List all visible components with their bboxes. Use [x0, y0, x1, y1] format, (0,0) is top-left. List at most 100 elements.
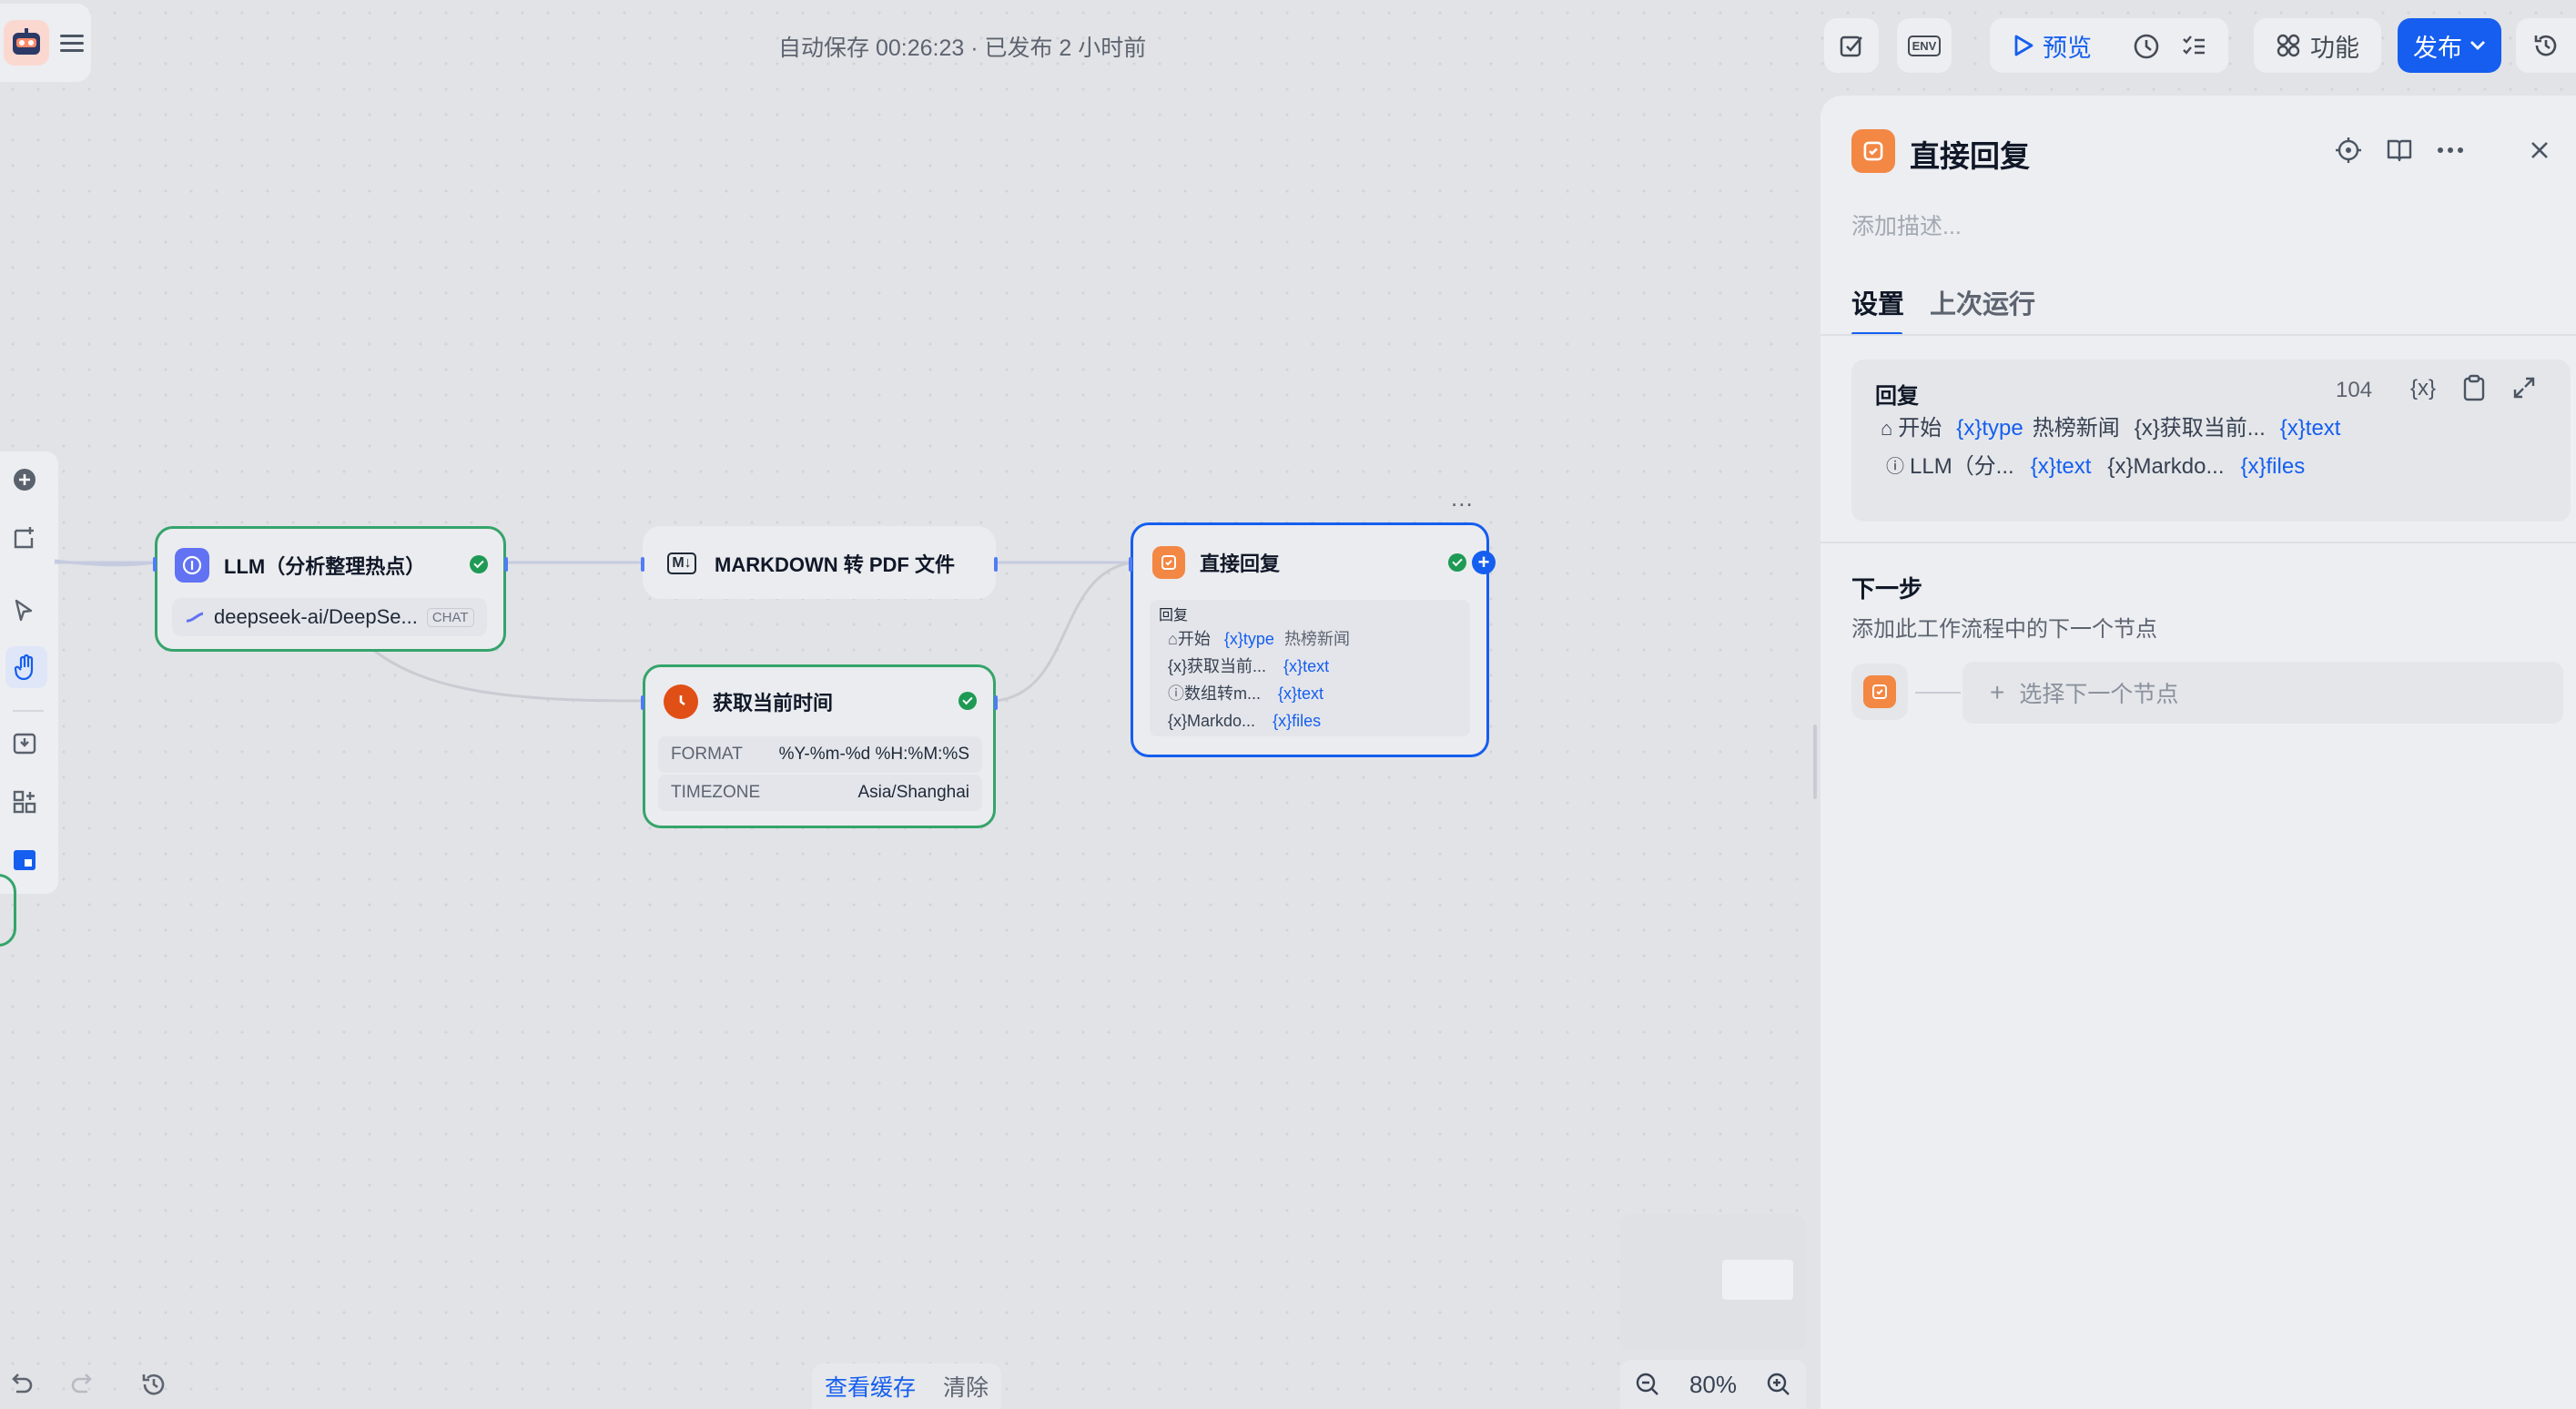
reply-section-label: 回复 — [1159, 608, 1189, 623]
success-icon — [470, 555, 488, 573]
preview-label: 预览 — [2043, 34, 2092, 62]
md-output-handle[interactable] — [994, 557, 998, 572]
param-key: TIMEZONE — [671, 783, 761, 802]
direct-reply-node[interactable]: 直接回复 + 回复 ⌂开始 {x}type 热榜新闻 {x}获取当前... {x… — [1129, 522, 1496, 757]
char-count: 104 — [2336, 378, 2373, 402]
edge-llm-time — [372, 648, 644, 703]
env-button[interactable]: ENV — [1897, 18, 1952, 73]
zoom-controls: 80% — [1620, 1360, 1806, 1409]
param-key: FORMAT — [671, 745, 743, 764]
time-param-row: TIMEZONE Asia/Shanghai — [658, 775, 982, 811]
checklist-icon — [1840, 35, 1862, 57]
zoom-level[interactable]: 80% — [1689, 1371, 1737, 1399]
success-icon — [958, 692, 977, 710]
markdown-icon: M↓ — [664, 546, 700, 581]
llm-model-row[interactable]: deepseek-ai/DeepSe... CHAT — [172, 598, 487, 636]
home-icon: ⌂ — [1881, 417, 1893, 440]
node-more-icon[interactable]: ... — [1451, 484, 1474, 512]
redo-icon[interactable] — [69, 1371, 96, 1403]
check-button[interactable] — [1824, 18, 1879, 73]
llm-output-handle[interactable] — [504, 557, 508, 572]
time-param-row: FORMAT %Y-%m-%d %H:%M:%S — [658, 736, 982, 773]
tab-label: 设置 — [1851, 290, 1905, 319]
env-icon: ENV — [1907, 35, 1942, 56]
publish-button[interactable]: 发布 — [2398, 18, 2501, 73]
select-next-label: 选择下一个节点 — [2019, 682, 2179, 707]
reply-row: ⌂开始 {x}type 热榜新闻 — [1168, 630, 1350, 648]
run-history-icon[interactable] — [2132, 32, 2161, 66]
features-button[interactable]: 功能 — [2254, 18, 2381, 73]
chevron-down-icon — [2470, 41, 2485, 50]
time-output-handle[interactable] — [994, 695, 998, 710]
view-cache-link[interactable]: 查看缓存 — [825, 1370, 916, 1403]
reply-line-2: ⓘ LLM（分... {x}text {x}Markdo... {x}files — [1886, 449, 2305, 485]
markdown-node-title: MARKDOWN 转 PDF 文件 — [715, 553, 955, 576]
markdown-pdf-node[interactable]: M↓ MARKDOWN 转 PDF 文件 — [641, 526, 998, 599]
param-value: %Y-%m-%d %H:%M:%S — [778, 745, 969, 764]
reply-node-icon — [1152, 546, 1185, 579]
tab-last-run[interactable]: 上次运行 — [1930, 283, 2035, 321]
history-icon — [2534, 35, 2557, 56]
param-value: Asia/Shanghai — [857, 783, 969, 802]
panel-title[interactable]: 直接回复 — [1910, 132, 2030, 176]
next-current-node-icon — [1851, 664, 1908, 720]
success-icon — [1448, 553, 1466, 572]
reply-input-handle[interactable] — [1129, 557, 1132, 572]
minimap[interactable] — [1620, 1214, 1806, 1351]
get-time-node-title: 获取当前时间 — [713, 692, 834, 715]
history-icon[interactable] — [140, 1371, 167, 1403]
reply-node-title: 直接回复 — [1200, 552, 1281, 575]
md-input-handle[interactable] — [641, 557, 644, 572]
tab-settings[interactable]: 设置 — [1851, 283, 1904, 336]
panel-resize-handle[interactable] — [1813, 725, 1817, 799]
reply-line-1: ⌂ 开始 {x}type 热榜新闻 {x}获取当前... {x}text — [1881, 411, 2340, 447]
llm-icon: ⓘ — [1886, 457, 1904, 477]
tabs-divider — [1820, 334, 2576, 336]
plus-icon: + — [1990, 678, 2005, 706]
description-input[interactable]: 添加描述... — [1851, 208, 1962, 241]
next-step-description: 添加此工作流程中的下一个节点 — [1851, 617, 2157, 642]
preview-group: 预览 — [1990, 18, 2228, 73]
undo-icon[interactable] — [7, 1371, 35, 1403]
checklist-icon[interactable] — [2181, 34, 2206, 64]
reply-row: ⓘ数组转m... {x}text — [1168, 684, 1324, 703]
version-history-button[interactable] — [2516, 18, 2576, 73]
node-settings-panel: 直接回复 添加描述... 设置 上次运行 回复 104 {x} ⌂ 开始 {x}t… — [1820, 96, 2576, 1409]
zoom-out-icon[interactable] — [1634, 1371, 1661, 1398]
llm-node[interactable]: LLM（分析整理热点） deepseek-ai/DeepSe... CHAT — [153, 526, 508, 652]
tab-label: 上次运行 — [1930, 290, 2036, 319]
get-time-node[interactable]: 获取当前时间 FORMAT %Y-%m-%d %H:%M:%S TIMEZONE… — [641, 664, 998, 828]
deepseek-icon — [186, 612, 204, 623]
preview-button[interactable]: 预览 — [2013, 28, 2092, 64]
panel-node-icon — [1851, 129, 1895, 173]
clipboard-icon[interactable] — [2461, 374, 2487, 406]
select-next-node-button[interactable]: + 选择下一个节点 — [1962, 662, 2563, 724]
next-step-title: 下一步 — [1851, 575, 1923, 603]
reply-editor[interactable]: 回复 104 {x} ⌂ 开始 {x}type 热榜新闻 {x}获取当前... {… — [1851, 360, 2571, 522]
locate-icon[interactable] — [2330, 132, 2367, 168]
time-input-handle[interactable] — [641, 695, 644, 710]
insert-variable-icon[interactable]: {x} — [2410, 376, 2436, 401]
cache-bar: 查看缓存 清除 — [812, 1363, 1001, 1409]
features-label: 功能 — [2310, 34, 2359, 62]
reply-content-box: 回复 ⌂开始 {x}type 热榜新闻 {x}获取当前... {x}text ⓘ… — [1150, 600, 1470, 736]
llm-node-title: LLM（分析整理热点） — [224, 555, 426, 578]
reply-row: {x}获取当前... {x}text — [1168, 657, 1330, 675]
llm-input-handle[interactable] — [153, 557, 157, 572]
expand-icon[interactable] — [2512, 376, 2536, 404]
clock-icon — [664, 684, 698, 719]
add-next-node-button[interactable]: + — [1472, 551, 1496, 574]
play-icon — [2014, 35, 2033, 56]
zoom-in-icon[interactable] — [1765, 1371, 1792, 1398]
llm-node-icon — [175, 548, 209, 583]
clear-link[interactable]: 清除 — [943, 1370, 989, 1403]
more-icon[interactable] — [2432, 132, 2469, 168]
minimap-viewport — [1722, 1260, 1793, 1300]
apps-icon — [2277, 34, 2300, 57]
close-icon[interactable] — [2521, 132, 2558, 168]
docs-icon[interactable] — [2381, 132, 2418, 168]
reply-row: {x}Markdo... {x}files — [1168, 712, 1322, 730]
llm-model-name: deepseek-ai/DeepSe... — [214, 605, 418, 628]
next-connector — [1915, 692, 1961, 694]
reply-label: 回复 — [1875, 384, 1919, 409]
